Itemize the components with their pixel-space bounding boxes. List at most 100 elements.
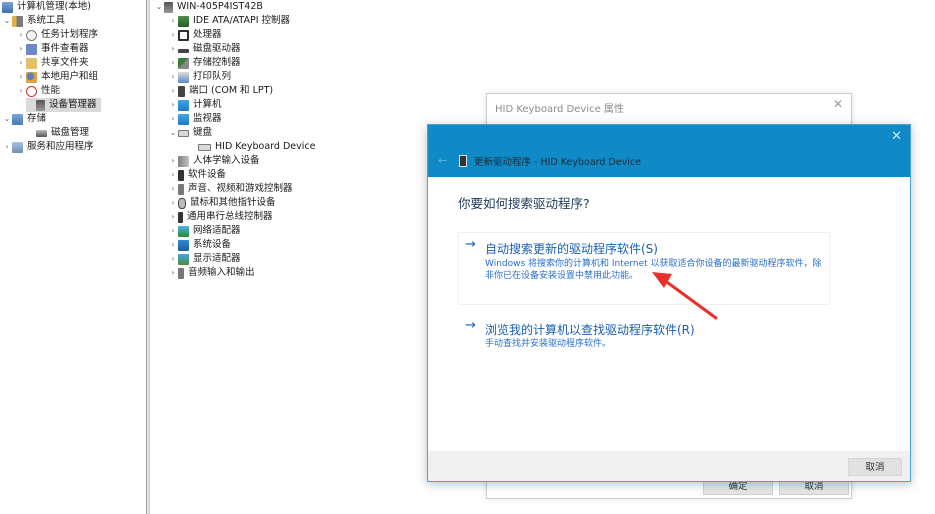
option-description: 手动查找并安装驱动程序软件。 [485, 339, 612, 349]
device-category[interactable]: › 打印队列 [168, 70, 231, 84]
chevron-right-icon[interactable]: › [168, 252, 178, 266]
properties-dialog-title: HID Keyboard Device 属性 [495, 104, 624, 115]
chevron-right-icon[interactable]: › [168, 112, 178, 126]
device-manager-icon [36, 99, 45, 111]
tree-item-shared-folders[interactable]: › 共享文件夹 [16, 56, 89, 70]
device-category[interactable]: › 网络适配器 [168, 224, 241, 238]
auto-search-option[interactable]: → 自动搜索更新的驱动程序软件(S) Windows 将搜索你的计算机和 Int… [458, 232, 830, 305]
tree-item-system-tools[interactable]: ⌄ 系统工具 [2, 14, 65, 28]
tree-item-task-scheduler[interactable]: › 任务计划程序 [16, 28, 98, 42]
chevron-right-icon[interactable]: › [16, 84, 26, 98]
ide-controller-icon [178, 15, 189, 27]
disk-drive-icon [178, 49, 189, 53]
tools-icon [12, 15, 23, 27]
arrow-right-icon: → [465, 237, 476, 252]
chevron-right-icon[interactable]: › [168, 56, 178, 70]
tree-item-performance[interactable]: › 性能 [16, 84, 60, 98]
tree-item-disk-management[interactable]: 磁盘管理 [26, 126, 89, 140]
arrow-right-icon: → [465, 318, 476, 333]
device-category[interactable]: › 监视器 [168, 112, 222, 126]
tree-item-local-users[interactable]: › 本地用户和组 [16, 70, 98, 84]
chevron-right-icon[interactable]: › [168, 42, 178, 56]
chevron-right-icon[interactable]: › [168, 196, 178, 210]
chevron-right-icon[interactable]: › [168, 28, 178, 42]
device-icon [459, 155, 467, 167]
device-category[interactable]: › IDE ATA/ATAPI 控制器 [168, 14, 290, 28]
tree-item-event-viewer[interactable]: › 事件查看器 [16, 42, 89, 56]
monitor-icon [178, 113, 189, 125]
device-category[interactable]: › 端口 (COM 和 LPT) [168, 84, 273, 98]
device-category[interactable]: › 显示适配器 [168, 252, 241, 266]
chevron-right-icon[interactable]: › [16, 70, 26, 84]
device-category[interactable]: › 处理器 [168, 28, 222, 42]
clock-icon [26, 29, 37, 41]
device-category[interactable]: › 存储控制器 [168, 56, 241, 70]
device-category[interactable]: › 软件设备 [168, 168, 226, 182]
chevron-right-icon[interactable]: › [16, 56, 26, 70]
speaker-icon [178, 183, 184, 195]
chevron-right-icon[interactable]: › [168, 84, 178, 98]
back-arrow-icon[interactable]: ← [438, 154, 447, 167]
chevron-right-icon[interactable]: › [168, 210, 178, 224]
close-icon[interactable]: ✕ [891, 129, 902, 144]
audio-io-icon [178, 267, 184, 279]
chevron-right-icon[interactable]: › [168, 266, 178, 280]
system-device-icon [178, 239, 189, 251]
chevron-right-icon[interactable]: › [168, 70, 178, 84]
option-title: 自动搜索更新的驱动程序软件(S) [485, 242, 658, 256]
storage-controller-icon [178, 57, 189, 69]
device-tree-root[interactable]: ⌄ WIN-405P4IST42B [154, 0, 263, 14]
services-icon [12, 141, 23, 153]
usb-icon [178, 211, 183, 223]
keyboard-icon [198, 143, 211, 151]
device-category[interactable]: › 声音、视频和游戏控制器 [168, 182, 293, 196]
chevron-right-icon[interactable]: › [168, 182, 178, 196]
printer-icon [178, 71, 189, 83]
chevron-right-icon[interactable]: › [168, 238, 178, 252]
device-category[interactable]: › 音频输入和输出 [168, 266, 255, 280]
option-description: Windows 将搜索你的计算机和 Internet 以获取适合你设备的最新驱动… [485, 259, 822, 281]
chevron-right-icon[interactable]: › [168, 98, 178, 112]
tree-item-services-apps[interactable]: › 服务和应用程序 [2, 140, 94, 154]
hid-icon [178, 155, 189, 167]
device-category[interactable]: › 通用串行总线控制器 [168, 210, 273, 224]
event-viewer-icon [26, 43, 37, 55]
chevron-down-icon[interactable]: ⌄ [154, 0, 164, 14]
chevron-down-icon[interactable]: ⌄ [2, 112, 12, 126]
device-category[interactable]: › 计算机 [168, 98, 222, 112]
chevron-right-icon[interactable]: › [2, 140, 12, 154]
chevron-right-icon[interactable]: › [16, 42, 26, 56]
pane-splitter[interactable] [146, 0, 150, 514]
display-adapter-icon [178, 253, 189, 265]
chevron-right-icon[interactable]: › [168, 14, 178, 28]
chevron-right-icon[interactable]: › [168, 154, 178, 168]
tree-root-computer-management[interactable]: 计算机管理(本地) [2, 0, 91, 14]
device-category[interactable]: › 鼠标和其他指针设备 [168, 196, 276, 210]
cancel-button[interactable]: 取消 [848, 458, 902, 476]
dialog-title: 更新驱动程序 - HID Keyboard Device [474, 157, 641, 168]
software-device-icon [178, 169, 184, 181]
option-title: 浏览我的计算机以查找驱动程序软件(R) [485, 323, 695, 337]
tree-item-storage[interactable]: ⌄ 存储 [2, 112, 46, 126]
port-icon [178, 85, 185, 97]
close-icon[interactable]: ✕ [833, 97, 843, 111]
chevron-right-icon[interactable]: › [168, 168, 178, 182]
tree-item-device-manager[interactable]: 设备管理器 [26, 98, 101, 112]
storage-icon [12, 113, 23, 125]
update-driver-dialog: ✕ ← 更新驱动程序 - HID Keyboard Device 你要如何搜索驱… [427, 124, 911, 482]
browse-computer-option[interactable]: → 浏览我的计算机以查找驱动程序软件(R) 手动查找并安装驱动程序软件。 [458, 310, 830, 360]
chevron-down-icon[interactable]: ⌄ [168, 126, 178, 140]
chevron-down-icon[interactable]: ⌄ [2, 14, 12, 28]
computer-icon [178, 99, 189, 111]
computer-icon [164, 1, 173, 13]
device-category[interactable]: › 人体学输入设备 [168, 154, 260, 168]
chevron-right-icon[interactable]: › [16, 28, 26, 42]
device-category-keyboard[interactable]: ⌄ 键盘 [168, 126, 212, 140]
chevron-right-icon[interactable]: › [168, 224, 178, 238]
device-hid-keyboard[interactable]: HID Keyboard Device [198, 140, 315, 154]
console-tree: 计算机管理(本地) ⌄ 系统工具 › 任务计划程序 › 事件查看器 › 共享文件… [0, 0, 146, 514]
device-category[interactable]: › 系统设备 [168, 238, 231, 252]
device-category[interactable]: › 磁盘驱动器 [168, 42, 240, 56]
dialog-question: 你要如何搜索驱动程序? [458, 196, 590, 211]
users-icon [26, 71, 37, 83]
